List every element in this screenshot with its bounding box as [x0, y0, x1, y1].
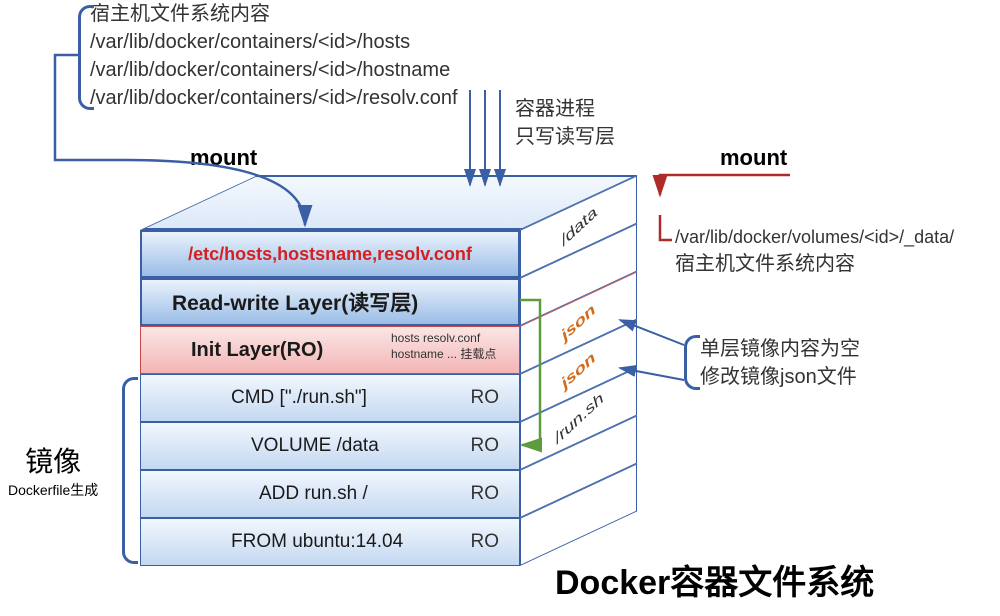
cmd-layer: CMD ["./run.sh"] RO — [140, 374, 520, 422]
rw-layer-name: Read-write Layer(读写层) — [142, 287, 418, 317]
container-proc-line2: 只写读写层 — [515, 123, 615, 151]
json-note-block: 单层镜像内容为空 修改镜像json文件 — [700, 335, 860, 391]
from-text: FROM ubuntu:14.04 — [141, 531, 403, 553]
host-line-0: /var/lib/docker/containers/<id>/hosts — [90, 28, 530, 56]
host-line-1: /var/lib/docker/containers/<id>/hostname — [90, 56, 530, 84]
init-files-bottom: hostname ... 挂载点 — [391, 347, 496, 363]
add-ro: RO — [471, 483, 500, 505]
host-heading: 宿主机文件系统内容 — [90, 0, 530, 28]
side-json2-text: json — [558, 349, 598, 393]
rw-layer-etc: /etc/hosts,hostsname,resolv.conf — [140, 230, 520, 278]
volume-mount-block: /var/lib/docker/volumes/<id>/_data/ 宿主机文… — [675, 225, 954, 278]
host-line-2: /var/lib/docker/containers/<id>/resolv.c… — [90, 84, 530, 112]
volume-layer: VOLUME /data RO — [140, 422, 520, 470]
init-layer-name: Init Layer(RO) — [141, 339, 323, 362]
image-label-sub: Dockerfile生成 — [8, 480, 98, 500]
init-layer: Init Layer(RO) hosts resolv.conf hostnam… — [140, 326, 520, 374]
container-proc: 容器进程 只写读写层 — [515, 95, 615, 151]
volume-mount-desc: 宿主机文件系统内容 — [675, 250, 954, 278]
volume-text: VOLUME /data — [141, 435, 379, 457]
json-note-line2: 修改镜像json文件 — [700, 363, 860, 391]
add-text: ADD run.sh / — [141, 483, 368, 505]
json-bracket — [684, 335, 700, 390]
diagram-title: Docker容器文件系统 — [555, 555, 874, 604]
image-bracket — [122, 377, 138, 564]
cmd-text: CMD ["./run.sh"] — [141, 387, 367, 409]
cmd-ro: RO — [471, 387, 500, 409]
host-bracket — [78, 5, 94, 110]
add-layer: ADD run.sh / RO — [140, 470, 520, 518]
init-files-top: hosts resolv.conf — [391, 331, 496, 347]
etc-text: /etc/hosts,hostsname,resolv.conf — [142, 244, 518, 265]
host-block: 宿主机文件系统内容 /var/lib/docker/containers/<id… — [90, 0, 530, 112]
container-proc-line1: 容器进程 — [515, 95, 615, 123]
mount-right-label: mount — [720, 145, 787, 171]
image-label: 镜像 Dockerfile生成 — [8, 440, 98, 500]
rw-layer: Read-write Layer(读写层) — [140, 278, 520, 326]
volume-ro: RO — [471, 435, 500, 457]
from-ro: RO — [471, 531, 500, 553]
side-json1-text: json — [558, 301, 598, 345]
mount-left-label: mount — [190, 145, 257, 171]
volume-mount-path: /var/lib/docker/volumes/<id>/_data/ — [675, 225, 954, 250]
image-label-main: 镜像 — [8, 440, 98, 480]
json-note-line1: 单层镜像内容为空 — [700, 335, 860, 363]
from-layer: FROM ubuntu:14.04 RO — [140, 518, 520, 566]
